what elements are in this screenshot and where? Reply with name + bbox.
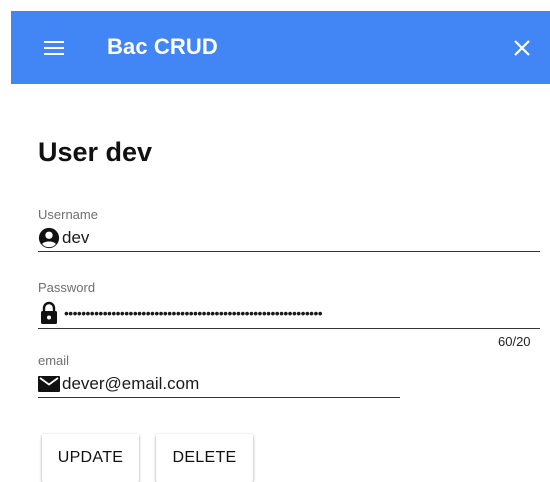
- password-input[interactable]: ••••••••••••••••••••••••••••••••••••••••…: [60, 303, 444, 323]
- email-field[interactable]: email dever@email.com: [38, 353, 400, 398]
- password-label: Password: [38, 280, 96, 295]
- page-title: User dev: [38, 137, 153, 167]
- email-icon: [38, 373, 60, 395]
- email-input[interactable]: dever@email.com: [60, 373, 199, 395]
- password-char-counter: 60/20: [498, 334, 531, 349]
- account-circle-icon: [38, 227, 60, 249]
- username-input[interactable]: dev: [60, 227, 89, 249]
- app-title: Bac CRUD: [107, 34, 218, 59]
- app-bar: Bac CRUD: [11, 11, 550, 84]
- page: Bac CRUD User dev Username dev Password: [0, 0, 550, 482]
- password-input-row[interactable]: ••••••••••••••••••••••••••••••••••••••••…: [38, 298, 540, 329]
- username-label: Username: [38, 207, 98, 222]
- close-icon[interactable]: [510, 36, 534, 60]
- delete-button[interactable]: DELETE: [156, 434, 253, 482]
- email-label: email: [38, 353, 70, 368]
- username-input-row[interactable]: dev: [38, 225, 540, 252]
- menu-icon[interactable]: [43, 37, 67, 59]
- password-field[interactable]: Password •••••••••••••••••••••••••••••••…: [38, 280, 540, 329]
- update-button[interactable]: UPDATE: [42, 434, 139, 482]
- email-input-row[interactable]: dever@email.com: [38, 371, 400, 398]
- lock-icon: [38, 301, 60, 324]
- username-field[interactable]: Username dev: [38, 207, 540, 252]
